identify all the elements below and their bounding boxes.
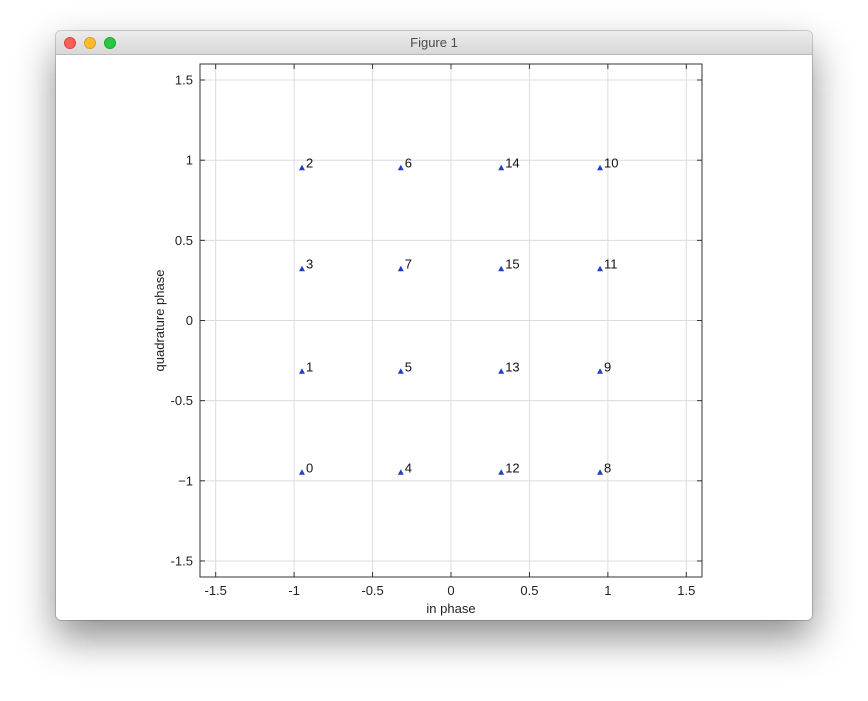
data-point-label: 6 — [405, 156, 412, 171]
y-tick-label: 1.5 — [175, 73, 193, 88]
data-point-label: 7 — [405, 257, 412, 272]
window-title: Figure 1 — [410, 35, 458, 50]
data-point-label: 3 — [306, 257, 313, 272]
data-point-label: 13 — [505, 359, 519, 374]
data-point-marker — [597, 164, 604, 171]
data-point-label: 5 — [405, 359, 412, 374]
data-point-marker — [498, 368, 505, 374]
x-tick-label: -1.5 — [204, 583, 226, 598]
x-tick-label: 1 — [604, 583, 611, 598]
y-tick-label: 1 — [186, 153, 193, 168]
y-tick-label: -0.5 — [171, 393, 193, 408]
data-point-label: 11 — [604, 257, 618, 272]
figure-window: Figure 1 -1.5 -1 -0.5 0 0.5 1 1.5 -1.5 −1 -0.5 0 0.… — [56, 31, 812, 620]
data-points: 0123456789101112131415 — [298, 156, 619, 475]
y-tick-label: 0.5 — [175, 233, 193, 248]
data-point-label: 0 — [306, 460, 313, 475]
scatter-plot: -1.5 -1 -0.5 0 0.5 1 1.5-1.5−1-0.500.511.5 012… — [152, 63, 703, 616]
data-point-marker — [397, 265, 404, 272]
x-tick-label: -0.5 — [361, 583, 383, 598]
data-point-label: 1 — [306, 359, 313, 374]
ticks: -1.5 -1 -0.5 0 0.5 1 1.5 -1.5 −1 -0.5 0 0.5 1 1.5 — [171, 64, 702, 598]
data-point-marker — [397, 469, 404, 475]
data-point-marker — [498, 265, 505, 272]
x-axis-label: in phase — [426, 601, 475, 616]
x-tick-label: 0.5 — [520, 583, 538, 598]
data-point-label: 14 — [505, 156, 519, 171]
x-tick-label: 1.5 — [677, 583, 695, 598]
data-point-marker — [298, 469, 305, 475]
y-axis-label: quadrature phase — [152, 270, 167, 372]
y-tick-label: −1 — [178, 473, 193, 488]
data-point-marker — [298, 368, 305, 374]
grid-lines — [200, 64, 702, 577]
data-point-label: 4 — [405, 460, 412, 475]
data-point-marker — [597, 265, 604, 272]
y-tick-label: -1.5 — [171, 553, 193, 568]
data-point-label: 10 — [604, 156, 618, 171]
data-point-marker — [298, 164, 305, 171]
data-point-label: 12 — [505, 460, 519, 475]
data-point-label: 2 — [306, 156, 313, 171]
title-bar[interactable]: Figure 1 — [56, 31, 812, 55]
data-point-label: 9 — [604, 359, 611, 374]
x-tick-label: -1 — [288, 583, 300, 598]
data-point-marker — [498, 164, 505, 171]
data-point-label: 15 — [505, 257, 519, 272]
data-point-marker — [397, 368, 404, 374]
data-point-marker — [597, 368, 604, 374]
data-point-marker — [498, 469, 505, 475]
y-tick-label: 0 — [186, 313, 193, 328]
x-tick-label: 0 — [447, 583, 454, 598]
data-point-label: 8 — [604, 460, 611, 475]
data-point-marker — [597, 469, 604, 475]
data-point-marker — [298, 265, 305, 272]
data-point-marker — [397, 164, 404, 171]
